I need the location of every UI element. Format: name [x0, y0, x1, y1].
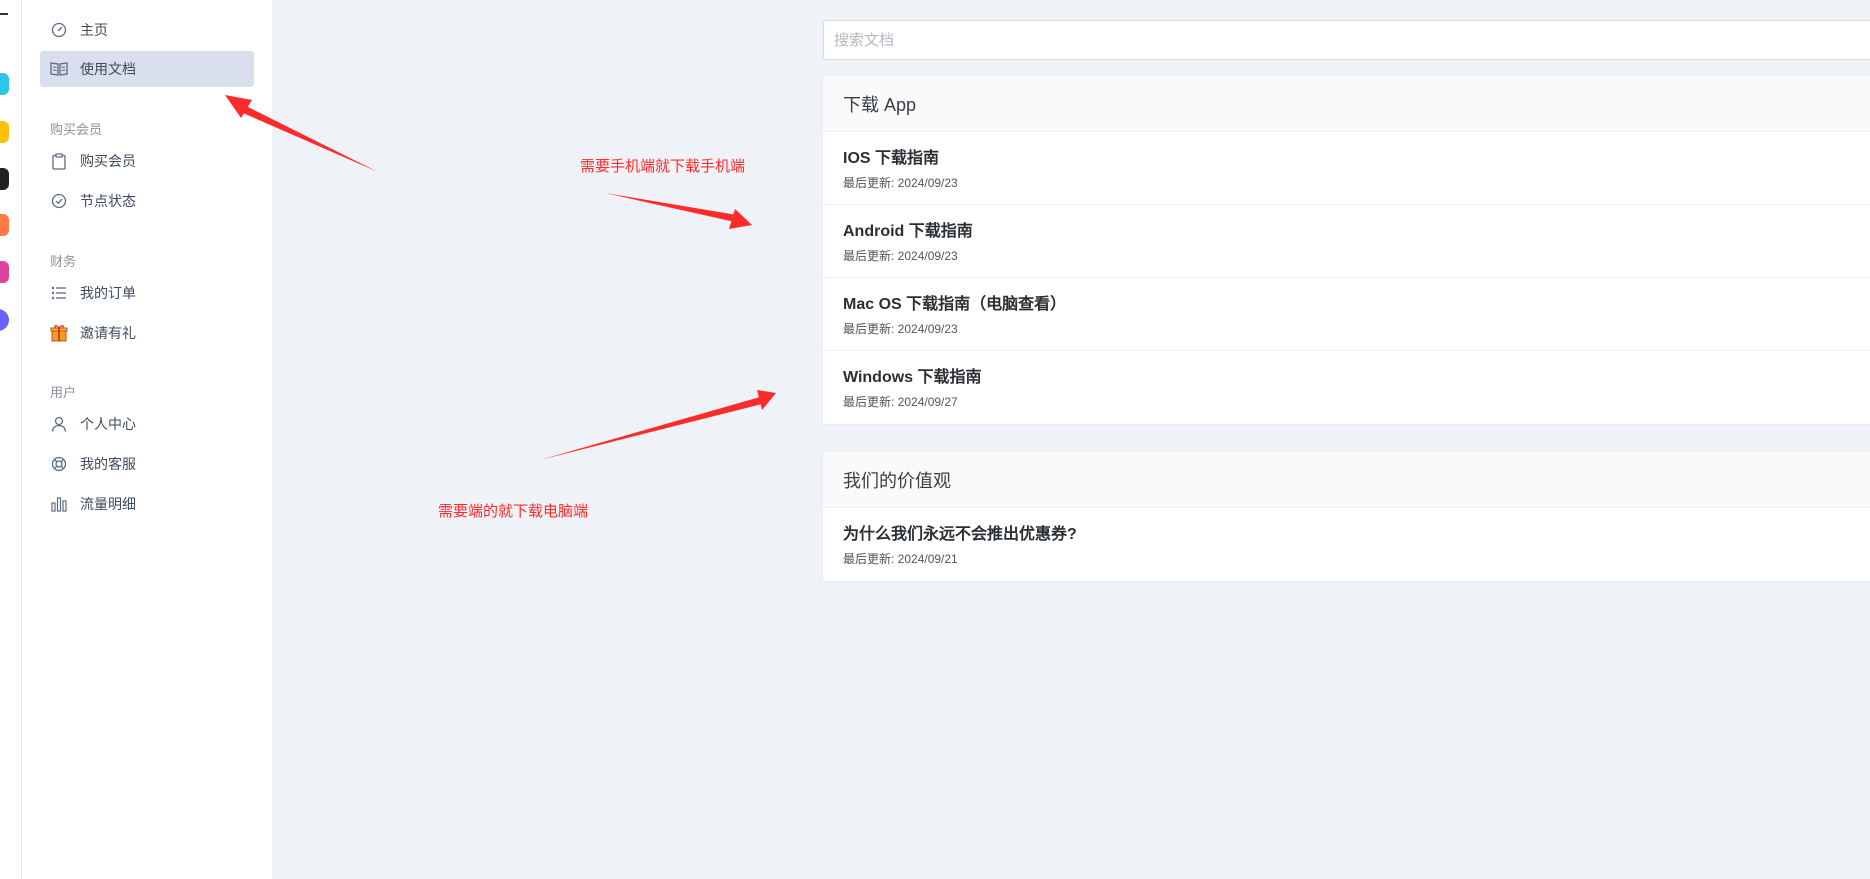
- bar-chart-icon: [50, 495, 68, 513]
- sidebar-item-support[interactable]: 我的客服: [40, 446, 254, 482]
- app-icon-pink[interactable]: [0, 261, 9, 283]
- book-icon: [50, 60, 68, 78]
- annotation-desktop: 需要端的就下载电脑端: [438, 503, 589, 520]
- sidebar-item-label: 流量明细: [80, 496, 136, 512]
- sidebar-item-label: 个人中心: [80, 416, 136, 432]
- docs-card-download-app: 下载 App IOS 下载指南 最后更新: 2024/09/23 Android…: [823, 76, 1870, 424]
- app-icon-black[interactable]: [0, 168, 9, 190]
- sidebar-item-my-orders[interactable]: 我的订单: [40, 275, 254, 311]
- docs-card-values: 我们的价值观 为什么我们永远不会推出优惠券? 最后更新: 2024/09/21: [823, 452, 1870, 581]
- section-title-finance: 财务: [50, 254, 77, 269]
- doc-updated: 最后更新: 2024/09/27: [843, 395, 958, 409]
- sidebar-item-label: 我的客服: [80, 456, 136, 472]
- section-title-membership: 购买会员: [50, 122, 103, 137]
- app-icon-yellow[interactable]: [0, 121, 9, 143]
- doc-item-windows[interactable]: Windows 下载指南 最后更新: 2024/09/27: [823, 351, 1870, 424]
- dashboard-icon: [50, 21, 68, 39]
- arrow-to-mobile: [605, 193, 752, 229]
- sidebar-item-label: 节点状态: [80, 193, 136, 209]
- doc-title: 为什么我们永远不会推出优惠券?: [843, 526, 1077, 543]
- app-strip: [0, 0, 22, 879]
- doc-item-ios[interactable]: IOS 下载指南 最后更新: 2024/09/23: [823, 132, 1870, 205]
- gift-icon: [50, 324, 68, 342]
- user-icon: [50, 415, 68, 433]
- doc-title: Windows 下载指南: [843, 369, 982, 386]
- sidebar-item-label: 使用文档: [80, 61, 136, 77]
- doc-item-android[interactable]: Android 下载指南 最后更新: 2024/09/23: [823, 205, 1870, 278]
- card-title: 下载 App: [823, 76, 1870, 132]
- lifebuoy-icon: [50, 455, 68, 473]
- doc-title: IOS 下载指南: [843, 150, 940, 167]
- app-icon-orange[interactable]: [0, 214, 9, 236]
- sidebar-item-label: 我的订单: [80, 285, 136, 301]
- sidebar-item-docs[interactable]: 使用文档: [40, 51, 254, 87]
- search-input[interactable]: [823, 20, 1870, 60]
- section-title-user: 用户: [50, 385, 77, 400]
- check-circle-icon: [50, 192, 68, 210]
- doc-title: Mac OS 下载指南（电脑查看）: [843, 296, 1067, 313]
- doc-title: Android 下载指南: [843, 223, 973, 240]
- app-icon-purple[interactable]: [0, 309, 9, 331]
- arrow-to-desktop: [540, 390, 776, 460]
- minimize-icon: [0, 13, 8, 15]
- sidebar-item-traffic[interactable]: 流量明细: [40, 486, 254, 522]
- sidebar-item-label: 购买会员: [80, 153, 136, 169]
- sidebar-item-label: 邀请有礼: [80, 325, 136, 341]
- doc-updated: 最后更新: 2024/09/23: [843, 322, 958, 336]
- sidebar-item-buy-membership[interactable]: 购买会员: [40, 143, 254, 179]
- annotation-mobile: 需要手机端就下载手机端: [580, 158, 746, 175]
- sidebar-item-home[interactable]: 主页: [40, 12, 254, 48]
- doc-item-no-coupons[interactable]: 为什么我们永远不会推出优惠券? 最后更新: 2024/09/21: [823, 508, 1870, 581]
- sidebar: 主页 使用文档 购买会员 购买会员 节点状态 财务 我的订单 邀请有礼 用户 个…: [22, 0, 272, 879]
- sidebar-item-profile[interactable]: 个人中心: [40, 406, 254, 442]
- doc-item-macos[interactable]: Mac OS 下载指南（电脑查看） 最后更新: 2024/09/23: [823, 278, 1870, 351]
- sidebar-item-invite[interactable]: 邀请有礼: [40, 315, 254, 351]
- list-icon: [50, 284, 68, 302]
- app-icon-cyan[interactable]: [0, 73, 9, 95]
- doc-updated: 最后更新: 2024/09/23: [843, 249, 958, 263]
- card-title: 我们的价值观: [823, 452, 1870, 508]
- clipboard-icon: [50, 152, 68, 170]
- sidebar-item-label: 主页: [80, 22, 108, 38]
- doc-updated: 最后更新: 2024/09/23: [843, 176, 958, 190]
- doc-updated: 最后更新: 2024/09/21: [843, 552, 958, 566]
- sidebar-item-node-status[interactable]: 节点状态: [40, 183, 254, 219]
